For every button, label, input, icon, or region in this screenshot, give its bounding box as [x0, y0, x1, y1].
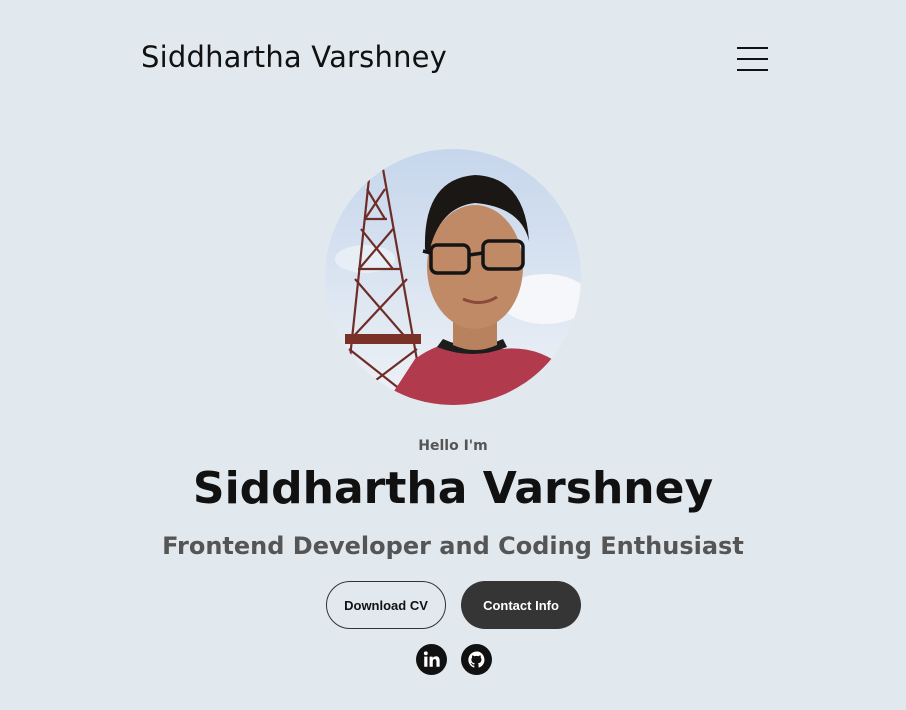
hero-name: Siddhartha Varshney: [192, 463, 714, 514]
hamburger-menu-icon[interactable]: [737, 46, 768, 73]
profile-photo: [325, 149, 581, 405]
github-icon[interactable]: [461, 644, 492, 675]
download-cv-button[interactable]: Download CV: [326, 581, 446, 629]
page: Siddhartha Varshney Hello I'm Siddhartha…: [0, 0, 906, 710]
site-logo[interactable]: Siddhartha Varshney: [141, 40, 447, 74]
hamburger-line: [737, 47, 768, 49]
hamburger-line: [737, 58, 768, 60]
linkedin-icon[interactable]: [416, 644, 447, 675]
greeting-text: Hello I'm: [418, 438, 488, 454]
hero-role: Frontend Developer and Coding Enthusiast: [162, 532, 744, 560]
contact-info-button[interactable]: Contact Info: [461, 581, 581, 629]
hamburger-line: [737, 69, 768, 71]
